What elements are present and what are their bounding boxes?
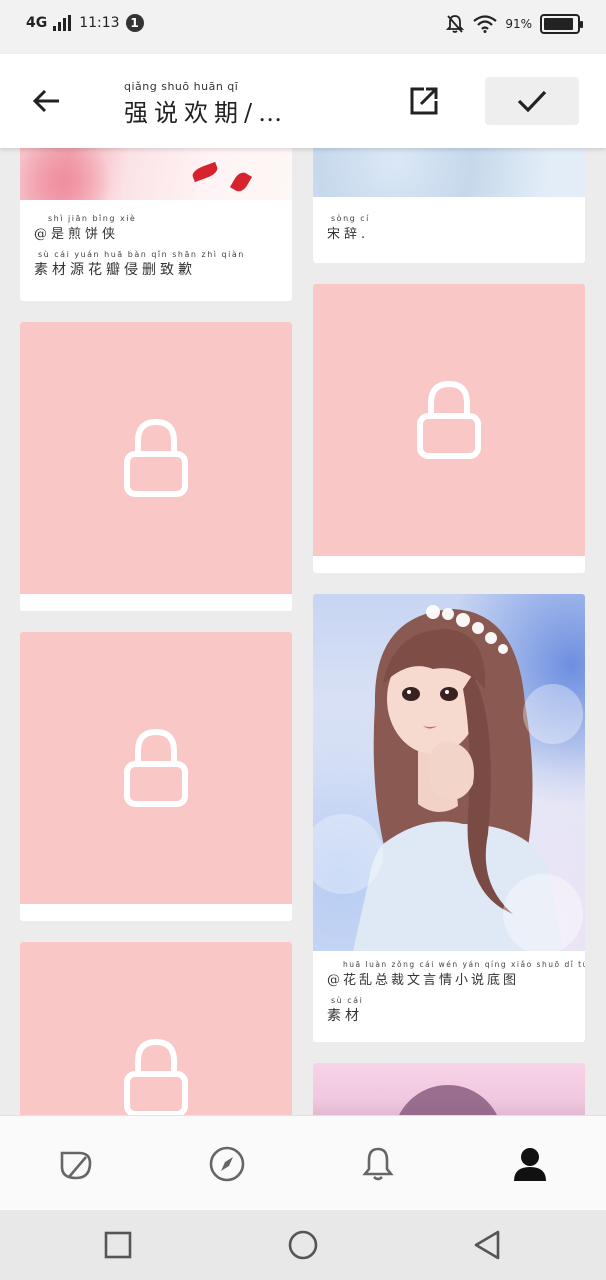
lock-icon — [124, 418, 188, 497]
bottom-navigation — [0, 1115, 606, 1210]
pin-card[interactable]: shì jiān bǐng xiè @是煎饼侠 sù cái yuán huā … — [20, 148, 292, 301]
network-indicator: 4G — [26, 15, 48, 31]
caption-pinyin: huā luàn zǒng cái wén yán qíng xiǎo shuō… — [343, 960, 585, 969]
nav-profile[interactable] — [510, 1144, 550, 1184]
bell-icon — [362, 1147, 394, 1181]
battery-icon — [540, 14, 583, 34]
pin-card[interactable]: huā luàn zǒng cái wén yán qíng xiǎo shuō… — [313, 594, 585, 1042]
caption-text: @是煎饼侠 — [34, 227, 120, 242]
caption-pinyin: sù cái — [331, 996, 364, 1005]
locked-pin-card[interactable] — [20, 322, 292, 611]
external-link-icon[interactable] — [404, 82, 442, 120]
caption-text: 素材 — [327, 1008, 363, 1024]
lock-icon — [124, 1038, 188, 1115]
hair-silhouette — [393, 1085, 503, 1115]
pin-card[interactable]: sòng cí 宋辞. — [313, 148, 585, 263]
wifi-icon — [473, 15, 498, 33]
check-icon — [517, 90, 547, 113]
clock: 11:13 — [79, 15, 120, 31]
locked-pin-image[interactable] — [20, 942, 292, 1115]
page-title: qiǎng shuō huān qī 强说欢期/… — [124, 80, 288, 128]
caption-text: @花乱总裁文言情小说底图 — [327, 973, 520, 988]
locked-pin-card[interactable] — [20, 942, 292, 1115]
caption-text: 素材源花瓣侵删致歉 — [34, 262, 196, 278]
caption-pinyin: sòng cí — [331, 214, 370, 223]
recent-apps-icon[interactable] — [101, 1228, 135, 1262]
person-icon — [514, 1148, 546, 1181]
app-root: 4G 11:13 1 91% qiǎng shuō huān qī 强说欢期/…… — [0, 0, 606, 1280]
pin-caption: shì jiān bǐng xiè @是煎饼侠 sù cái yuán huā … — [34, 214, 245, 279]
page-title-pinyin: qiǎng shuō huān qī — [124, 80, 239, 93]
lock-icon — [124, 728, 188, 807]
caption-text: 宋辞. — [327, 227, 370, 242]
nav-home[interactable] — [56, 1144, 96, 1184]
page-title-text: 强说欢期/… — [124, 99, 289, 127]
pin-caption: sòng cí 宋辞. — [327, 214, 370, 242]
back-triangle-icon[interactable] — [470, 1228, 504, 1262]
battery-percent: 91% — [505, 17, 532, 31]
locked-pin-image[interactable] — [20, 322, 292, 594]
flower-decoration — [20, 148, 130, 200]
system-navigation-bar — [0, 1210, 606, 1280]
app-bar: qiǎng shuō huān qī 强说欢期/… — [0, 54, 606, 148]
notification-count-badge: 1 — [125, 14, 144, 32]
status-bar: 4G 11:13 1 91% — [0, 0, 606, 54]
confirm-button[interactable] — [485, 77, 579, 125]
leaf-icon — [60, 1151, 92, 1180]
pin-caption: huā luàn zǒng cái wén yán qíng xiǎo shuō… — [327, 960, 585, 1025]
compass-icon — [209, 1146, 245, 1182]
nav-discover[interactable] — [207, 1144, 247, 1184]
locked-pin-card[interactable] — [20, 632, 292, 921]
home-circle-icon[interactable] — [286, 1228, 320, 1262]
battery-level-fill — [544, 18, 573, 30]
caption-pinyin: sù cái yuán huā bàn qǐn shān zhì qiàn — [38, 250, 245, 259]
pin-image[interactable] — [20, 148, 292, 200]
lock-icon — [417, 380, 481, 459]
petal-decoration — [190, 161, 220, 183]
bell-muted-icon — [446, 15, 465, 33]
locked-pin-image[interactable] — [313, 284, 585, 556]
girl-illustration — [313, 605, 583, 951]
pin-feed: shì jiān bǐng xiè @是煎饼侠 sù cái yuán huā … — [0, 148, 606, 1115]
arrow-left-icon[interactable] — [28, 82, 66, 120]
nav-notifications[interactable] — [358, 1144, 398, 1184]
pin-image[interactable] — [313, 1063, 585, 1115]
signal-icon — [53, 15, 72, 31]
locked-pin-image[interactable] — [20, 632, 292, 904]
locked-pin-card[interactable] — [313, 284, 585, 573]
pin-card[interactable] — [313, 1063, 585, 1115]
pin-image-girl-illustration[interactable] — [313, 594, 585, 951]
caption-pinyin: shì jiān bǐng xiè — [48, 214, 137, 223]
petal-decoration — [229, 169, 253, 195]
pin-image[interactable] — [313, 148, 585, 197]
